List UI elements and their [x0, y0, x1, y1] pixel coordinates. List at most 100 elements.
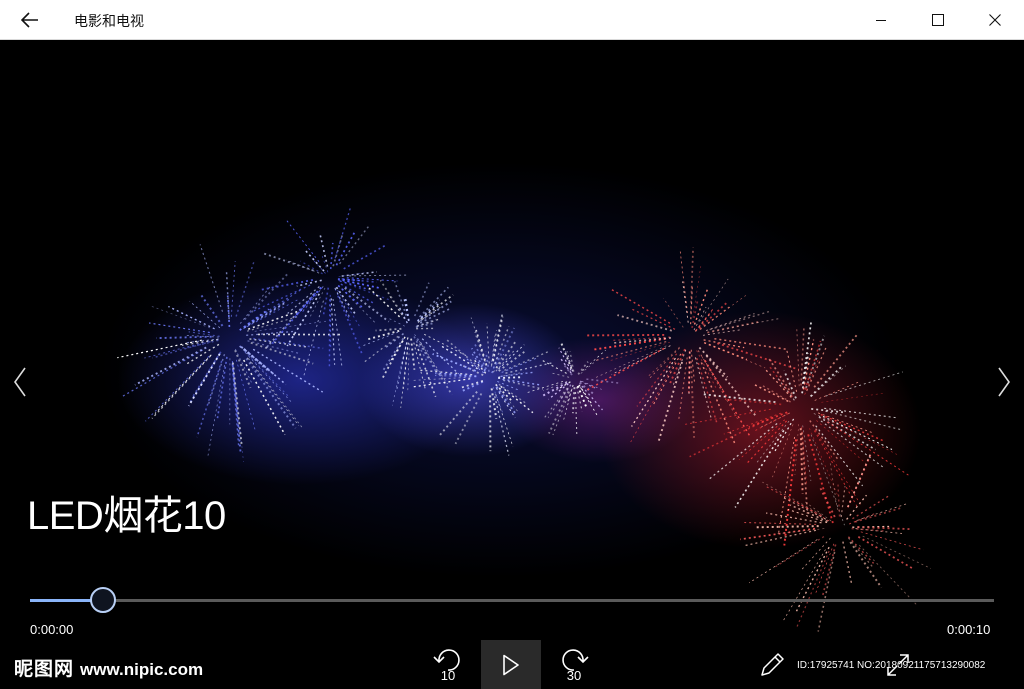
- firework-spark: [609, 287, 671, 324]
- firework-spark: [694, 357, 713, 421]
- firework-spark: [254, 320, 329, 332]
- firework-spark: [703, 339, 745, 349]
- firework-spark: [860, 531, 924, 551]
- firework-spark: [495, 340, 517, 369]
- firework-spark: [393, 281, 407, 316]
- firework-spark: [609, 341, 671, 362]
- firework-spark: [400, 346, 409, 408]
- firework-spark: [577, 361, 589, 375]
- skip-forward-button[interactable]: 30: [544, 640, 604, 689]
- firework-spark: [716, 342, 800, 371]
- firework-spark: [851, 527, 887, 532]
- firework-spark: [329, 242, 334, 270]
- firework-spark: [247, 308, 303, 330]
- firework-spark: [707, 423, 778, 481]
- skip-back-label: 10: [440, 668, 456, 683]
- firework-spark: [246, 315, 299, 332]
- firework-spark: [117, 339, 202, 359]
- firework-spark: [703, 341, 748, 361]
- firework-spark: [375, 327, 402, 332]
- video-player[interactable]: LED烟花10 0:00:00 0:00:10 10 30 昵图网 www.ni…: [0, 40, 1024, 689]
- firework-spark: [285, 219, 320, 262]
- seek-bar[interactable]: [30, 587, 994, 613]
- firework-spark: [245, 357, 297, 429]
- firework-spark: [724, 398, 782, 406]
- firework-spark: [766, 486, 822, 517]
- firework-spark: [437, 390, 478, 438]
- play-button[interactable]: [481, 640, 541, 689]
- skip-back-button[interactable]: 10: [418, 640, 478, 689]
- firework-spark: [226, 295, 231, 327]
- total-time: 0:00:10: [947, 622, 991, 637]
- firework-spark: [752, 383, 789, 402]
- minimize-icon: [875, 20, 886, 21]
- firework-spark: [698, 301, 728, 330]
- firework-spark: [858, 544, 918, 606]
- next-video-button[interactable]: [984, 360, 1024, 404]
- previous-video-button[interactable]: [0, 360, 40, 404]
- firework-spark: [703, 295, 747, 327]
- firework-spark: [827, 421, 910, 477]
- firework-spark: [246, 357, 300, 426]
- edit-button[interactable]: [742, 640, 802, 689]
- firework-spark: [849, 541, 883, 589]
- firework-spark: [814, 429, 862, 506]
- firework-spark: [820, 420, 885, 469]
- firework-spark: [413, 336, 428, 361]
- firework-spark: [712, 318, 780, 332]
- minimize-button[interactable]: [852, 0, 909, 40]
- firework-spark: [559, 341, 573, 370]
- firework-spark: [682, 281, 689, 323]
- firework-spark: [271, 292, 317, 345]
- firework-spark: [454, 393, 483, 445]
- firework-spark: [151, 355, 211, 419]
- firework-spark: [762, 481, 821, 515]
- firework-spark: [696, 357, 719, 425]
- firework-spark: [825, 371, 903, 397]
- firework-spark: [663, 297, 684, 328]
- firework-spark: [688, 351, 691, 395]
- firework-spark: [344, 287, 390, 323]
- firework-spark: [582, 349, 606, 371]
- firework-spark: [243, 359, 286, 436]
- firework-spark: [199, 292, 224, 327]
- close-button[interactable]: [966, 0, 1023, 40]
- firework-spark: [631, 357, 676, 427]
- firework-spark: [698, 346, 729, 378]
- firework-spark: [723, 412, 782, 435]
- firework-spark: [303, 300, 324, 377]
- firework-spark: [789, 504, 828, 523]
- firework-spark: [613, 337, 672, 344]
- firework-spark: [149, 322, 210, 334]
- firework-spark: [818, 485, 836, 518]
- firework-spark: [287, 286, 320, 314]
- firework-spark: [586, 333, 665, 337]
- maximize-icon: [931, 14, 944, 26]
- firework-spark: [498, 344, 525, 370]
- firework-spark: [236, 359, 256, 432]
- firework-spark: [490, 335, 496, 367]
- firework-spark: [339, 226, 369, 265]
- firework-spark: [775, 536, 825, 568]
- firework-spark: [407, 343, 410, 391]
- firework-spark: [168, 305, 215, 330]
- back-button[interactable]: [0, 0, 60, 40]
- chevron-right-icon: [998, 367, 1010, 397]
- firework-spark: [581, 381, 602, 390]
- firework-spark: [796, 328, 800, 387]
- firework-spark: [503, 379, 544, 390]
- firework-spark: [809, 365, 844, 398]
- firework-spark: [382, 337, 405, 371]
- firework-spark: [709, 310, 770, 331]
- firework-spark: [648, 347, 680, 380]
- firework-spark: [319, 234, 329, 267]
- firework-spark: [813, 334, 858, 388]
- firework-spark: [216, 356, 228, 419]
- firework-spark: [785, 348, 798, 392]
- firework-spark: [824, 417, 898, 455]
- firework-spark: [749, 539, 818, 584]
- maximize-button[interactable]: [909, 0, 966, 40]
- firework-spark: [423, 333, 468, 357]
- firework-spark: [389, 318, 405, 327]
- firework-spark: [807, 434, 834, 524]
